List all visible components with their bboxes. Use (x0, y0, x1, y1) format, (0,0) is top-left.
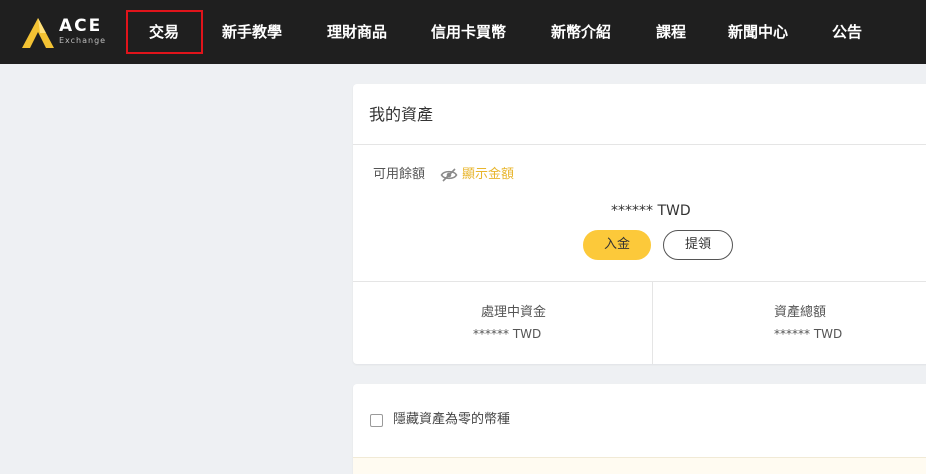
assets-title: 我的資產 (369, 105, 434, 124)
notice-strip (353, 457, 926, 474)
nav-item-trade[interactable]: 交易 (149, 0, 179, 64)
top-nav-bar: ACE Exchange 交易 新手教學 理財商品 信用卡買幣 新幣介紹 課程 … (0, 0, 926, 64)
nav-item-beginner-guide[interactable]: 新手教學 (222, 0, 282, 64)
nav-item-credit-card-buy[interactable]: 信用卡買幣 (431, 0, 506, 64)
total-assets-label: 資產總額 (774, 305, 827, 320)
show-amount-link[interactable]: 顯示金額 (462, 166, 514, 184)
my-assets-card: 我的資產 可用餘額 顯示金額 ****** TWD 入金 提領 處理中資金 **… (353, 84, 926, 364)
available-balance-value: ****** TWD (611, 203, 691, 219)
nav-item-new-coins[interactable]: 新幣介紹 (551, 0, 611, 64)
nav-item-news-center[interactable]: 新聞中心 (728, 0, 788, 64)
ace-logo-icon (22, 18, 54, 48)
hide-zero-label[interactable]: 隱藏資產為零的幣種 (393, 411, 510, 429)
brand-sub: Exchange (59, 36, 107, 45)
nav-item-courses[interactable]: 課程 (656, 0, 686, 64)
balance-divider (353, 281, 926, 282)
hide-zero-checkbox[interactable] (370, 414, 383, 427)
total-assets-value: ****** TWD (774, 327, 843, 341)
brand-logo[interactable]: ACE Exchange (19, 15, 111, 49)
deposit-button[interactable]: 入金 (583, 230, 651, 260)
nav-item-wealth-products[interactable]: 理財商品 (327, 0, 387, 64)
processing-funds-label: 處理中資金 (481, 305, 547, 320)
eye-off-icon[interactable] (440, 167, 458, 183)
processing-funds-value: ****** TWD (473, 327, 542, 341)
stats-divider (652, 281, 653, 364)
available-balance-label: 可用餘額 (373, 167, 426, 182)
asset-options-card: 隱藏資產為零的幣種 (353, 384, 926, 474)
withdraw-button[interactable]: 提領 (663, 230, 733, 260)
nav-item-announcements[interactable]: 公告 (832, 0, 862, 64)
brand-name: ACE (59, 16, 103, 36)
assets-title-divider (353, 144, 926, 145)
